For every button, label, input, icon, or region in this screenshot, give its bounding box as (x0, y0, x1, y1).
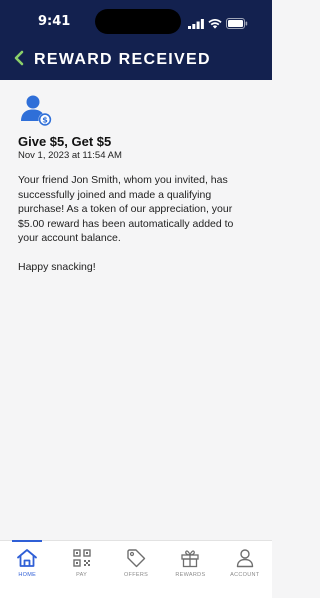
tab-rewards-label: REWARDS (175, 572, 206, 578)
tab-home-label: HOME (18, 572, 37, 578)
tab-rewards[interactable]: REWARDS (163, 541, 217, 598)
gift-icon (179, 547, 201, 569)
nav-bar: REWARD RECEIVED (0, 44, 272, 76)
notification-message: Your friend Jon Smith, whom you invited,… (18, 174, 234, 244)
signal-icon (188, 16, 204, 34)
back-button[interactable] (8, 49, 30, 71)
tab-account[interactable]: ACCOUNT (218, 541, 272, 598)
home-icon (16, 547, 38, 569)
dynamic-island (95, 9, 181, 34)
page-title: REWARD RECEIVED (34, 51, 211, 68)
notification-detail: $ Give $5, Get $5 Nov 1, 2023 at 11:54 A… (18, 94, 256, 274)
status-bar: 9:41 (0, 0, 272, 44)
notification-title: Give $5, Get $5 (18, 134, 112, 149)
tab-offers-label: OFFERS (123, 572, 149, 578)
tag-icon (125, 547, 147, 569)
tab-account-label: ACCOUNT (230, 572, 260, 578)
status-icons (188, 16, 248, 34)
status-time: 9:41 (38, 14, 71, 29)
svg-text:$: $ (42, 116, 48, 125)
qr-code-icon (71, 547, 93, 569)
notification-closing: Happy snacking! (18, 260, 96, 273)
tab-offers[interactable]: OFFERS (109, 541, 163, 598)
wifi-icon (208, 16, 222, 34)
person-icon (234, 547, 256, 569)
app-header: 9:41 REWARD RECEIVED (0, 0, 272, 80)
chevron-left-icon (13, 50, 25, 71)
user-reward-icon: $ (18, 94, 54, 128)
battery-icon (226, 16, 248, 34)
tab-pay-label: PAY (76, 572, 88, 578)
tab-home[interactable]: HOME (0, 540, 54, 598)
notification-timestamp: Nov 1, 2023 at 11:54 AM (18, 150, 122, 161)
tab-pay[interactable]: PAY (54, 541, 108, 598)
bottom-tab-bar: HOME PAY OFFERS REWARDS ACCOUNT (0, 540, 272, 598)
